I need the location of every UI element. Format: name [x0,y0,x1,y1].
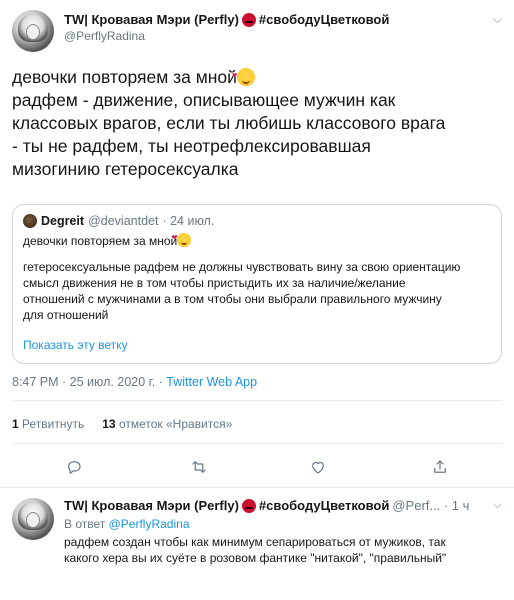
heart-icon [312,461,324,474]
main-tweet: TW| Кровавая Мэри (Perfly) #свободуЦветк… [0,0,514,490]
reply-to-handle[interactable]: @PerflyRadina [109,517,190,531]
smiling-face-with-hearts-icon [172,229,192,247]
angry-face-icon [241,498,256,513]
avatar[interactable] [12,10,54,52]
tweet-text: девочки повторяем за мной радфем - движе… [12,64,504,181]
share-button[interactable] [428,455,452,479]
tweet-text-line: девочки повторяем за мной [12,67,237,87]
chevron-down-icon[interactable]: ⌵ [493,12,502,27]
tweet-actions [0,455,514,479]
tweet-text-line: - ты не радфем, ты неотрефлексировавшая [12,136,371,156]
likes-stat[interactable]: 13 отметок «Нравится» [102,417,232,431]
like-button[interactable] [306,455,330,479]
display-name[interactable]: TW| Кровавая Мэри (Perfly) [64,12,239,27]
likes-count: 13 [102,417,116,431]
display-name[interactable]: TW| Кровавая Мэри (Perfly) [64,498,239,513]
reply-button[interactable] [62,455,86,479]
reply-meta[interactable]: @Perf... · 1 ч [392,498,469,513]
reply-text: радфем создан чтобы как минимум сепариро… [64,534,504,566]
tweet-time[interactable]: 8:47 PM [12,375,59,389]
reply-text-line: радфем создан чтобы как минимум сепариро… [64,535,446,549]
quoted-text-line: смысл движения не в том чтобы пристыдить… [23,276,406,290]
source-app-link[interactable]: Twitter Web App [166,375,257,389]
tweet-timestamp: 8:47 PM · 25 июл. 2020 г. · Twitter Web … [12,375,257,389]
retweet-icon [192,461,206,473]
angry-face-icon [241,12,256,27]
reply-prefix: В ответ [64,517,106,531]
show-thread-link[interactable]: Показать эту ветку [23,338,128,352]
replying-to: В ответ @PerflyRadina [64,517,190,531]
quoted-handle: @deviantdet [88,214,159,228]
author-name-line[interactable]: TW| Кровавая Мэри (Perfly) #свободуЦветк… [64,12,484,27]
retweet-button[interactable] [187,455,211,479]
reply-header: TW| Кровавая Мэри (Perfly) #свободуЦветк… [64,498,484,513]
avatar[interactable] [12,498,54,540]
smiling-face-with-hearts-icon [232,64,255,87]
quoted-text-line: гетеросексуальные радфем не должны чувст… [23,260,461,274]
reply-text-line: какого хера вы их суёте в розовом фантик… [64,551,447,565]
hashtag[interactable]: #свободуЦветковой [259,498,389,513]
quoted-text-line: для отношений [23,308,109,322]
retweets-count: 1 [12,417,19,431]
quoted-text: девочки повторяем за мной гетеросексуаль… [23,229,493,323]
quoted-avatar [23,214,37,228]
quoted-text-line: отношений с мужчинами а в том чтобы они … [23,292,442,306]
retweets-label: Ретвитнуть [22,417,85,431]
quoted-display-name: Degreit [41,214,85,228]
tweet-header: TW| Кровавая Мэри (Perfly) #свободуЦветк… [64,12,484,43]
likes-label: отметок «Нравится» [118,417,233,431]
author-handle[interactable]: @PerflyRadina [64,29,484,43]
quoted-tweet[interactable]: Degreit @deviantdet · 24 июл. девочки по… [12,204,502,364]
tweet-text-line: классовых врагов, если ты любишь классов… [12,113,446,133]
divider [12,400,502,401]
quoted-text-line: девочки повторяем за мной [23,234,178,248]
hashtag[interactable]: #свободуЦветковой [259,12,389,27]
tweet-text-line: мизогинию гетеросексуалка [12,159,239,179]
quoted-date: · 24 июл. [162,214,215,228]
tweet-stats: 1 Ретвитнуть 13 отметок «Нравится» [12,417,232,431]
chevron-down-icon[interactable]: ⌵ [493,497,502,512]
retweets-stat[interactable]: 1 Ретвитнуть [12,417,84,431]
reply-tweet[interactable]: TW| Кровавая Мэри (Perfly) #свободуЦветк… [0,488,514,600]
reply-icon [68,461,81,474]
tweet-date[interactable]: · 25 июл. 2020 г. · [62,375,163,389]
divider [12,443,502,444]
quoted-tweet-header: Degreit @deviantdet · 24 июл. [23,214,214,228]
tweet-text-line: радфем - движение, описывающее мужчин ка… [12,90,396,110]
share-icon [434,460,446,473]
